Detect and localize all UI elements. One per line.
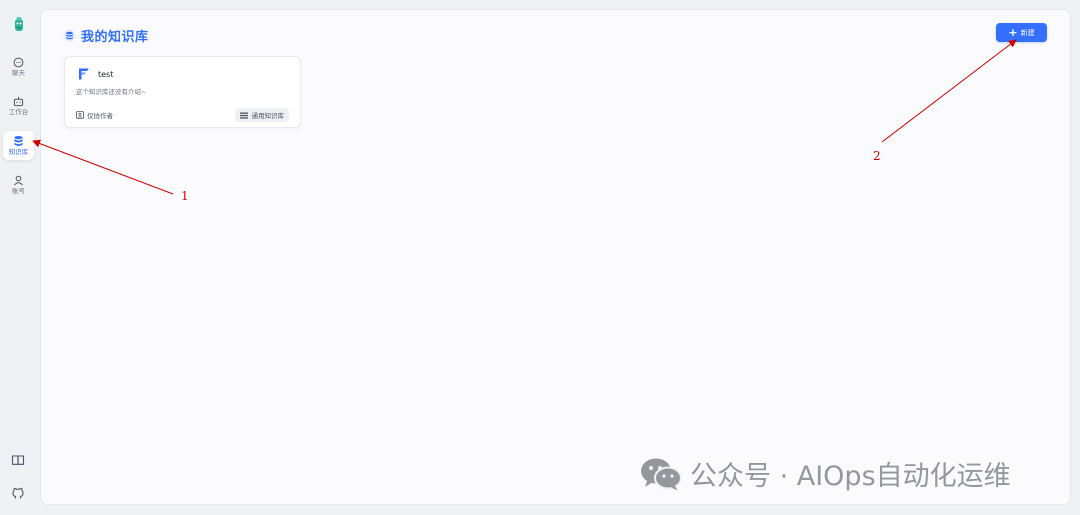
knowledge-base-card[interactable]: test 这个知识库还没有介绍~ 仅协作者 通用知识库	[64, 56, 301, 128]
sidebar-item-account[interactable]: 账号	[3, 170, 34, 199]
sidebar-item-workbench[interactable]: 工作台	[3, 91, 34, 120]
permission-label: 仅协作者	[87, 112, 113, 120]
knowledge-base-title-icon	[63, 29, 76, 42]
watermark-text: 公众号 · AIOps自动化运维	[690, 461, 1011, 492]
robot-icon	[13, 96, 24, 106]
sidebar: 聊天 工作台 知识库 账号	[0, 0, 38, 515]
app-logo[interactable]	[9, 14, 29, 36]
annotation-label-1: 1	[181, 189, 189, 203]
sidebar-item-label: 知识库	[8, 148, 29, 156]
sidebar-item-label: 聊天	[12, 68, 25, 77]
new-button-label: 新建	[1020, 28, 1035, 37]
list-icon	[239, 112, 248, 119]
sidebar-item-knowledge-base[interactable]: 知识库	[3, 131, 34, 160]
card-header: test	[77, 67, 113, 81]
sidebar-item-label: 工作台	[8, 107, 29, 116]
page-header: 我的知识库	[63, 26, 149, 45]
main-panel: 我的知识库 + 新建 test 这个知识库还没有介绍~ 仅协作者 通用知识库	[40, 9, 1071, 505]
sidebar-item-label: 账号	[12, 186, 25, 195]
database-icon	[14, 135, 23, 146]
annotation-label-2: 2	[873, 149, 881, 163]
page-title: 我的知识库	[81, 30, 149, 45]
knowledge-base-avatar-icon	[79, 68, 89, 80]
new-knowledge-base-button[interactable]: + 新建	[996, 23, 1047, 42]
sidebar-item-chat[interactable]: 聊天	[3, 52, 34, 81]
type-label: 通用知识库	[251, 112, 285, 120]
book-icon[interactable]	[11, 452, 25, 466]
wechat-icon	[641, 458, 682, 490]
knowledge-base-type-tag: 通用知识库	[234, 108, 289, 122]
github-icon[interactable]	[11, 485, 25, 499]
app-window: 聊天 工作台 知识库 账号 我的知识库 + 新建 test 这个知识库还没有介绍…	[0, 0, 1080, 515]
user-icon	[14, 175, 23, 185]
chat-icon	[13, 57, 24, 67]
collaborator-icon	[76, 111, 84, 119]
card-footer: 仅协作者 通用知识库	[76, 108, 289, 122]
knowledge-base-name: test	[98, 69, 114, 79]
watermark: 公众号 · AIOps自动化运维	[640, 454, 1011, 493]
permission-indicator: 仅协作者	[76, 110, 113, 120]
plus-icon: +	[1008, 26, 1018, 39]
knowledge-base-description: 这个知识库还没有介绍~	[76, 88, 147, 96]
